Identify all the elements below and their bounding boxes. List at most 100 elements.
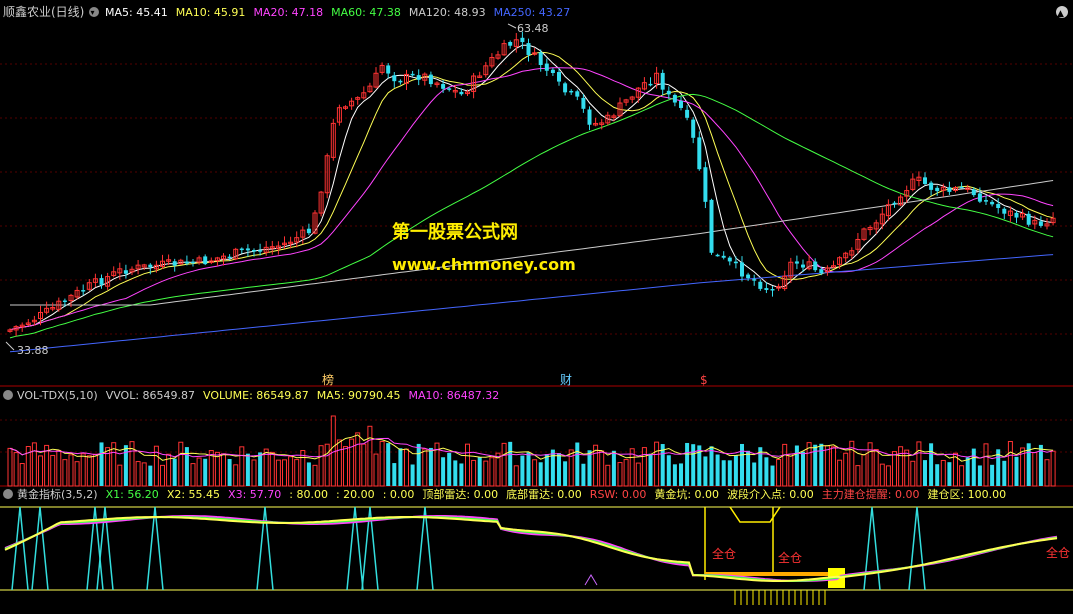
volume-bar-up: [404, 448, 409, 487]
ma120-line: [10, 180, 1054, 306]
candle-body-down: [727, 257, 732, 262]
volume-bar-down: [148, 465, 153, 486]
candle-body-down: [648, 83, 653, 86]
volume-bar-up: [806, 442, 812, 487]
volume-bar-down: [563, 461, 568, 486]
indicator-legend-12: 主力建仓提醒: 0.00: [822, 487, 920, 501]
candle-body-down: [721, 255, 726, 258]
candle-body-down: [508, 41, 513, 46]
grid: [0, 63, 1073, 591]
volume-bar-up: [214, 451, 220, 487]
radar-spike: [146, 506, 164, 591]
candle-body-down: [99, 278, 104, 285]
volume-bar-down: [386, 443, 391, 486]
ma-legend-2: MA20: 47.18: [253, 6, 323, 19]
candle-body-down: [996, 203, 1001, 208]
volume-bar-down: [508, 441, 513, 486]
volume-bar-down: [794, 445, 799, 486]
candle-body-down: [740, 262, 744, 277]
candle-body-down: [971, 189, 976, 196]
candle-body-down: [203, 256, 208, 265]
volume-bar-up: [7, 447, 13, 487]
candle-body-down: [520, 37, 525, 43]
candle-body-down: [148, 264, 153, 268]
volume-bar-up: [68, 454, 74, 487]
volume-bar-down: [935, 464, 940, 486]
volume-expand-icon[interactable]: [3, 390, 13, 400]
candle-body-down: [575, 91, 580, 97]
candle-body-down: [386, 65, 391, 74]
volume-bar-up: [513, 465, 519, 487]
volume-bar-down: [416, 443, 421, 486]
volume-bar-up: [160, 464, 165, 487]
candle-body-down: [990, 201, 995, 205]
candle-body-down: [258, 250, 263, 252]
price-header: 顺鑫农业(日线) ▾ MA5: 45.41 MA10: 45.91 MA20: 47…: [3, 4, 1068, 19]
volume-bar-down: [740, 443, 744, 486]
volume-bar-up: [324, 443, 330, 487]
candle-body-down: [81, 290, 86, 292]
volume-bar-down: [245, 453, 250, 486]
indicator-legend-4: : 80.00: [289, 488, 328, 501]
volume-bar-down: [123, 445, 128, 486]
ma-lines: [9, 44, 1054, 353]
volume-bar-up: [50, 454, 56, 487]
volume-bar-up: [861, 454, 867, 487]
volume-bar-up: [196, 457, 202, 487]
volume-legend-4: MA10: 86487.32: [409, 389, 500, 402]
volume-bar-up: [837, 459, 843, 487]
radar-spike: [416, 506, 434, 591]
indicator-expand-icon[interactable]: [3, 489, 13, 499]
volume-bar-down: [258, 452, 263, 486]
candle-body-down: [239, 248, 244, 251]
volume-bar-up: [13, 452, 19, 487]
candle-body-down: [538, 52, 543, 66]
volume-bar-up: [312, 464, 318, 487]
volume-bar-down: [721, 460, 726, 486]
ma-legend-0: MA5: 45.41: [105, 6, 168, 19]
volume-bar-down: [715, 454, 720, 486]
volume-bar-down: [99, 442, 104, 486]
signal-triangle: [584, 574, 598, 586]
volume-bar-down: [392, 463, 397, 486]
volume-bar-up: [654, 441, 660, 487]
full-position-label-1: 全仓: [712, 546, 736, 561]
candle-body-down: [672, 94, 677, 103]
indicator-labels: 全仓 全仓 全仓: [712, 545, 1070, 565]
event-marker-dividend[interactable]: $: [700, 373, 708, 387]
candle-body-down: [1038, 221, 1043, 226]
volume-bar-down: [477, 457, 482, 486]
event-marker-list[interactable]: 榜: [322, 372, 334, 387]
candle-body-down: [557, 72, 561, 82]
radar-spike: [11, 506, 29, 591]
candle-body-down: [666, 90, 671, 95]
volume-bar-down: [770, 465, 775, 486]
price-annotations: 63.48 33.88 榜 财 $ 第一股票公式网 www.chnmoney.c…: [5, 22, 708, 387]
volume-bar-down: [172, 458, 177, 486]
volume-bar-up: [776, 459, 782, 487]
indicator-legend-13: 建仓区: 100.00: [927, 487, 1006, 501]
volume-bar-up: [1044, 459, 1050, 487]
volume-bar-down: [977, 465, 982, 486]
ma-legend-4: MA120: 48.93: [409, 6, 486, 19]
volume-bar-up: [56, 449, 62, 487]
indicator-legend-8: 底部雷达: 0.00: [506, 487, 582, 501]
volume-bar-down: [575, 442, 580, 486]
indicator-legend-2: X2: 55.45: [167, 488, 220, 501]
candles: [7, 31, 1056, 337]
candle-body-down: [245, 248, 250, 251]
watermark-title: 第一股票公式网: [392, 221, 518, 243]
candle-body-down: [679, 100, 683, 108]
volume-bar-down: [203, 458, 208, 486]
candle-body-down: [685, 109, 690, 118]
candle-body-down: [550, 69, 555, 74]
volume-bar-up: [239, 446, 245, 487]
indicator-legend-9: RSW: 0.00: [590, 488, 647, 501]
event-marker-finance[interactable]: 财: [560, 373, 572, 387]
volume-bar-up: [983, 443, 989, 487]
volume-bar-up: [379, 441, 385, 487]
volume-bar-up: [294, 459, 300, 487]
volume-bar-up: [269, 451, 275, 487]
volume-bar-up: [336, 439, 342, 487]
candle-body-down: [697, 137, 702, 170]
